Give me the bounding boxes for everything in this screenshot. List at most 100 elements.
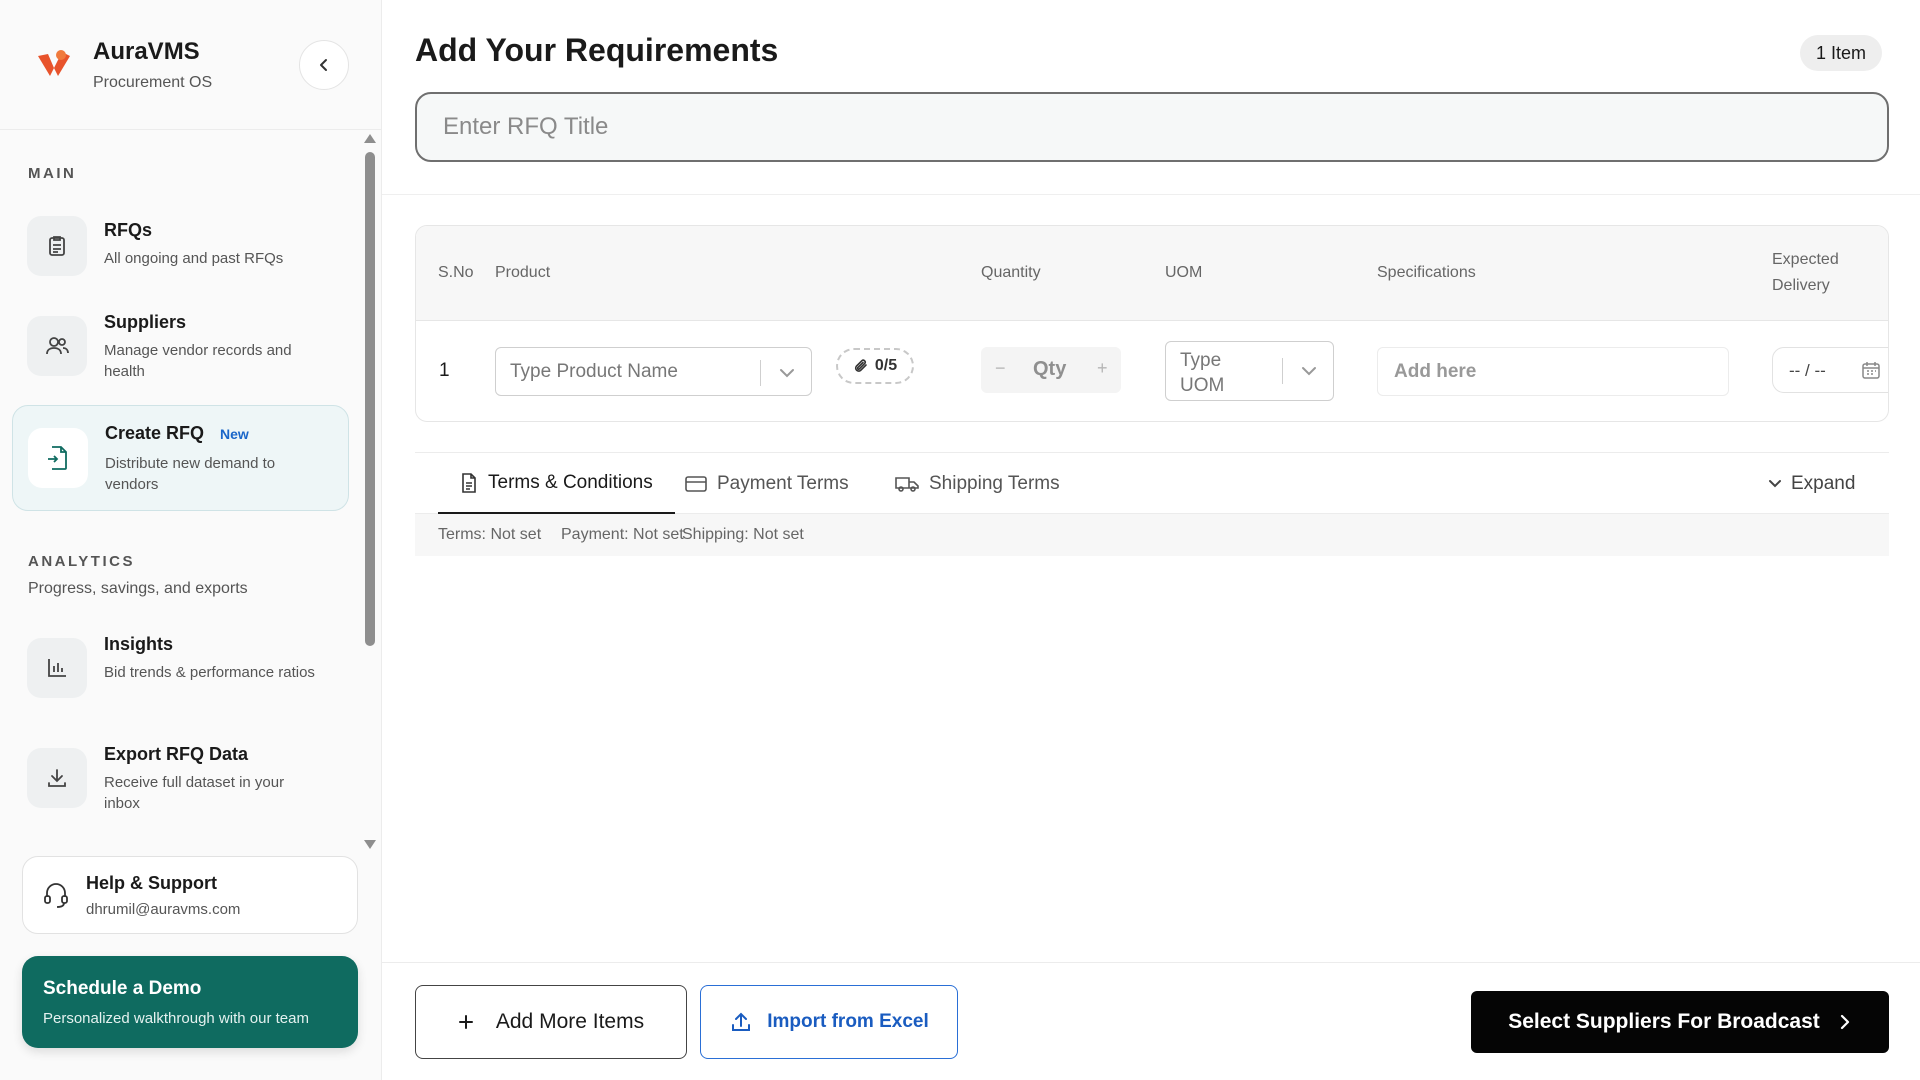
item-count-badge: 1 Item <box>1800 35 1883 71</box>
tab-label: Payment Terms <box>717 473 849 494</box>
chevron-down-icon <box>1769 480 1781 488</box>
divider <box>382 194 1920 195</box>
tab-shipping-terms[interactable]: Shipping Terms <box>895 453 1060 515</box>
section-label-analytics: ANALYTICS <box>28 553 135 570</box>
scroll-down-arrow[interactable] <box>364 840 376 849</box>
product-select[interactable]: Type Product Name <box>495 347 812 396</box>
help-support-card[interactable]: Help & Support dhrumil@auravms.com <box>22 856 358 934</box>
qty-decrement-button[interactable]: − <box>995 358 1006 379</box>
brand-name: AuraVMS <box>93 38 200 65</box>
payment-status: Payment: Not set <box>561 526 684 543</box>
attachment-count: 0/5 <box>874 357 898 374</box>
qty-placeholder: Qty <box>1033 358 1067 380</box>
terms-tabs: Terms & Conditions Payment Terms Shippin… <box>415 452 1889 515</box>
chevron-right-icon <box>1840 1014 1849 1030</box>
sidebar-item-rfqs[interactable]: RFQs All ongoing and past RFQs <box>12 206 349 286</box>
download-icon <box>27 748 87 808</box>
sidebar-item-insights[interactable]: Insights Bid trends & performance ratios <box>12 622 349 714</box>
col-header-expected-line1: Expected <box>1772 251 1839 268</box>
tab-label: Shipping Terms <box>929 473 1060 494</box>
col-header-product: Product <box>495 264 551 281</box>
sidebar-item-desc: All ongoing and past RFQs <box>104 250 284 267</box>
scroll-up-arrow[interactable] <box>364 134 376 143</box>
users-icon <box>27 316 87 376</box>
brand-subtitle: Procurement OS <box>93 74 213 91</box>
select-separator <box>760 360 761 386</box>
document-icon <box>462 472 476 493</box>
new-badge: New <box>220 426 249 442</box>
plus-icon <box>458 1015 473 1029</box>
collapse-sidebar-button[interactable] <box>299 40 349 90</box>
bar-chart-icon <box>27 638 87 698</box>
footer-actions: Add More Items Import from Excel Select … <box>382 962 1920 1080</box>
sidebar-item-title: Insights <box>104 634 174 654</box>
broadcast-label: Select Suppliers For Broadcast <box>1508 1010 1820 1033</box>
clipboard-list-icon <box>27 216 87 276</box>
date-placeholder: -- / -- <box>1789 361 1826 380</box>
schedule-demo-card[interactable]: Schedule a Demo Personalized walkthrough… <box>22 956 358 1048</box>
brand-logo-icon <box>38 50 70 76</box>
sidebar-item-suppliers[interactable]: Suppliers Manage vendor records and heal… <box>12 300 349 392</box>
col-header-expected-delivery: Expected Delivery <box>1772 247 1839 299</box>
sidebar-item-title: Create RFQ <box>105 423 205 443</box>
tab-label: Terms & Conditions <box>488 471 653 493</box>
sidebar-item-create-rfq[interactable]: Create RFQ New Distribute new demand to v… <box>12 405 349 511</box>
import-from-excel-button[interactable]: Import from Excel <box>700 985 958 1059</box>
qty-increment-button[interactable]: + <box>1097 358 1108 379</box>
tab-payment-terms[interactable]: Payment Terms <box>685 453 849 515</box>
import-label: Import from Excel <box>767 1011 929 1032</box>
upload-icon <box>732 1012 751 1031</box>
requirements-table: S.No Product Quantity UOM Specifications… <box>415 225 1889 422</box>
sidebar-item-title: RFQs <box>104 220 153 240</box>
sidebar-item-desc: Distribute new demand to vendors <box>105 455 276 493</box>
col-header-sno: S.No <box>438 264 474 281</box>
tab-terms-conditions[interactable]: Terms & Conditions <box>438 453 675 515</box>
expected-delivery-date-picker[interactable]: -- / -- <box>1772 347 1888 393</box>
sidebar-scrollbar[interactable] <box>365 152 375 646</box>
sidebar-item-desc: Manage vendor records and health <box>104 342 292 380</box>
sidebar-item-desc: Bid trends & performance ratios <box>104 664 315 681</box>
col-header-expected-line2: Delivery <box>1772 277 1830 294</box>
quantity-stepper[interactable]: − Qty + <box>981 347 1121 393</box>
terms-summary: Terms: Not set Payment: Not set Shipping… <box>415 514 1889 556</box>
paperclip-icon <box>854 359 867 372</box>
chevron-down-icon <box>780 369 794 378</box>
page-title: Add Your Requirements <box>415 32 779 68</box>
sidebar: AuraVMS Procurement OS MAIN RFQs All ong… <box>0 0 382 1080</box>
sidebar-item-title-row: Create RFQ New <box>105 423 249 444</box>
col-header-specifications: Specifications <box>1377 264 1476 281</box>
product-placeholder: Type Product Name <box>510 361 678 382</box>
uom-select[interactable]: Type UOM <box>1165 341 1334 401</box>
col-header-uom: UOM <box>1165 264 1203 281</box>
expand-button[interactable]: Expand <box>1767 453 1855 515</box>
sidebar-item-title: Suppliers <box>104 312 187 332</box>
add-more-label: Add More Items <box>495 1010 645 1033</box>
expand-label: Expand <box>1791 473 1856 494</box>
chevron-down-icon <box>1302 367 1316 376</box>
terms-status: Terms: Not set <box>438 526 542 543</box>
uom-placeholder: Type UOM <box>1180 350 1225 396</box>
help-email: dhrumil@auravms.com <box>86 901 241 918</box>
calendar-icon <box>1862 362 1880 379</box>
file-plus-icon <box>28 428 88 488</box>
help-title: Help & Support <box>86 873 217 893</box>
sidebar-item-title: Export RFQ Data <box>104 744 249 764</box>
col-header-quantity: Quantity <box>981 264 1041 281</box>
specifications-input[interactable] <box>1377 347 1729 396</box>
sidebar-item-desc: Receive full dataset in your inbox <box>104 774 285 812</box>
section-label-main: MAIN <box>28 165 77 182</box>
demo-subtitle: Personalized walkthrough with our team <box>43 1010 309 1027</box>
rfq-title-input[interactable] <box>415 92 1889 162</box>
truck-icon <box>895 477 919 492</box>
row-sno: 1 <box>439 360 450 381</box>
section-desc-analytics: Progress, savings, and exports <box>28 580 248 597</box>
sidebar-item-export-rfq-data[interactable]: Export RFQ Data Receive full dataset in … <box>12 732 349 824</box>
attachment-button[interactable]: 0/5 <box>836 348 914 384</box>
add-more-items-button[interactable]: Add More Items <box>415 985 687 1059</box>
shipping-status: Shipping: Not set <box>682 526 804 543</box>
brand-header: AuraVMS Procurement OS <box>0 0 381 130</box>
chevron-left-icon <box>320 59 327 71</box>
table-header: S.No Product Quantity UOM Specifications… <box>416 226 1888 321</box>
select-suppliers-broadcast-button[interactable]: Select Suppliers For Broadcast <box>1471 991 1889 1053</box>
select-separator <box>1282 358 1283 384</box>
